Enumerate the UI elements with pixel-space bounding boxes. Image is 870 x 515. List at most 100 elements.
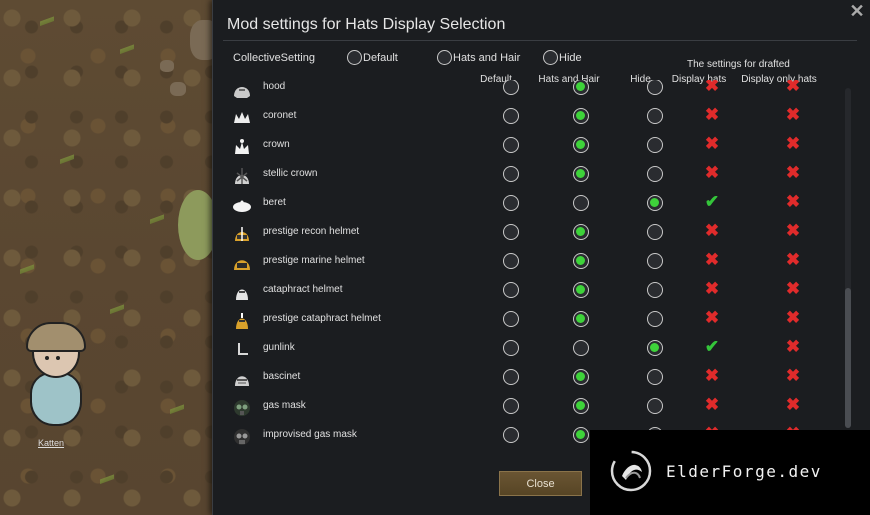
cataphract-helmet-icon (236, 289, 248, 300)
radio-icon[interactable] (347, 50, 362, 65)
radio-default[interactable] (503, 195, 519, 211)
display-only-hats-toggle-cross-icon[interactable]: ✖ (784, 135, 802, 153)
radio-hide[interactable] (646, 311, 663, 327)
radio-icon[interactable] (437, 50, 452, 65)
radio-default[interactable] (503, 282, 519, 298)
hood-icon (234, 87, 250, 98)
display-hats-toggle-cross-icon[interactable]: ✖ (703, 367, 721, 385)
collective-hats-and-hair-option[interactable]: Hats and Hair (437, 50, 520, 65)
grass-tuft (100, 470, 114, 488)
display-hats-toggle-cross-icon[interactable]: ✖ (703, 251, 721, 269)
hat-settings-list[interactable]: hood ✖ ✖ coronet ✖ ✖ crown ✖ ✖ stellic crown ✖ ✖ ber… (227, 80, 839, 450)
hat-row: gunlink ✔ ✖ (227, 336, 839, 365)
radio-hats-and-hair[interactable] (573, 108, 589, 124)
hat-name-label: crown (263, 139, 290, 150)
radio-default[interactable] (503, 137, 519, 153)
radio-default[interactable] (503, 224, 519, 240)
close-button[interactable]: Close (499, 471, 582, 496)
radio-hats-and-hair[interactable] (573, 80, 589, 95)
display-only-hats-toggle-cross-icon[interactable]: ✖ (784, 80, 802, 95)
radio-hide[interactable] (646, 137, 663, 153)
display-hats-toggle-cross-icon[interactable]: ✖ (703, 164, 721, 182)
display-only-hats-toggle-cross-icon[interactable]: ✖ (784, 396, 802, 414)
radio-hide[interactable] (646, 369, 663, 385)
display-only-hats-toggle-cross-icon[interactable]: ✖ (784, 222, 802, 240)
collective-default-option[interactable]: Default (347, 50, 398, 65)
radio-hats-and-hair[interactable] (573, 282, 589, 298)
radio-hide[interactable] (646, 195, 663, 211)
display-hats-toggle-cross-icon[interactable]: ✖ (703, 222, 721, 240)
display-only-hats-toggle-cross-icon[interactable]: ✖ (784, 367, 802, 385)
hat-name-label: gas mask (263, 400, 306, 411)
display-only-hats-toggle-cross-icon[interactable]: ✖ (784, 309, 802, 327)
grass-tuft (170, 400, 184, 418)
display-only-hats-toggle-cross-icon[interactable]: ✖ (784, 338, 802, 356)
radio-icon[interactable] (543, 50, 558, 65)
rock (160, 60, 174, 72)
pawn-face (43, 356, 63, 362)
radio-hats-and-hair[interactable] (573, 253, 589, 269)
radio-hide[interactable] (646, 282, 663, 298)
watermark-text: ElderForge.dev (666, 462, 822, 481)
beret-icon (233, 200, 251, 212)
pawn-name-label[interactable]: Katten (38, 438, 64, 448)
display-hats-toggle-cross-icon[interactable]: ✖ (703, 309, 721, 327)
radio-default[interactable] (503, 427, 519, 443)
radio-hats-and-hair[interactable] (573, 427, 589, 443)
radio-hats-and-hair[interactable] (573, 340, 589, 356)
display-hats-toggle-cross-icon[interactable]: ✖ (703, 135, 721, 153)
radio-hats-and-hair[interactable] (573, 369, 589, 385)
display-hats-toggle-cross-icon[interactable]: ✖ (703, 80, 721, 95)
radio-hide[interactable] (646, 340, 663, 356)
rock (170, 82, 186, 96)
close-icon[interactable]: ✕ (849, 2, 865, 20)
collective-hide-option[interactable]: Hide (543, 50, 582, 65)
hat-row: beret ✔ ✖ (227, 191, 839, 220)
radio-hats-and-hair[interactable] (573, 137, 589, 153)
display-only-hats-toggle-cross-icon[interactable]: ✖ (784, 251, 802, 269)
hat-row: prestige recon helmet ✖ ✖ (227, 220, 839, 249)
radio-hats-and-hair[interactable] (573, 195, 589, 211)
hat-row: bascinet ✖ ✖ (227, 365, 839, 394)
radio-hide[interactable] (646, 80, 663, 95)
radio-default[interactable] (503, 340, 519, 356)
radio-hide[interactable] (646, 398, 663, 414)
improvised-gas-mask-icon (234, 429, 250, 445)
hat-row: coronet ✖ ✖ (227, 104, 839, 133)
radio-default[interactable] (503, 80, 519, 95)
hat-row: hood ✖ ✖ (227, 80, 839, 104)
hat-name-label: beret (263, 197, 286, 208)
scrollbar-thumb[interactable] (845, 288, 851, 428)
radio-default[interactable] (503, 108, 519, 124)
radio-default[interactable] (503, 369, 519, 385)
radio-hats-and-hair[interactable] (573, 311, 589, 327)
display-hats-toggle-check-icon[interactable]: ✔ (703, 338, 721, 356)
radio-hide[interactable] (646, 166, 663, 182)
radio-default[interactable] (503, 253, 519, 269)
display-only-hats-toggle-cross-icon[interactable]: ✖ (784, 280, 802, 298)
radio-hide[interactable] (646, 224, 663, 240)
collective-setting-label: CollectiveSetting (233, 52, 315, 64)
display-hats-toggle-cross-icon[interactable]: ✖ (703, 280, 721, 298)
display-only-hats-toggle-cross-icon[interactable]: ✖ (784, 164, 802, 182)
display-hats-toggle-cross-icon[interactable]: ✖ (703, 396, 721, 414)
hat-name-label: coronet (263, 110, 297, 121)
radio-default[interactable] (503, 398, 519, 414)
display-only-hats-toggle-cross-icon[interactable]: ✖ (784, 193, 802, 211)
title-divider (223, 40, 857, 41)
gas-mask-icon (234, 400, 250, 416)
display-only-hats-toggle-cross-icon[interactable]: ✖ (784, 106, 802, 124)
radio-hats-and-hair[interactable] (573, 166, 589, 182)
display-hats-toggle-check-icon[interactable]: ✔ (703, 193, 721, 211)
radio-hats-and-hair[interactable] (573, 398, 589, 414)
radio-default[interactable] (503, 166, 519, 182)
stellic-crown-icon (235, 168, 249, 184)
radio-hats-and-hair[interactable] (573, 224, 589, 240)
display-hats-toggle-cross-icon[interactable]: ✖ (703, 106, 721, 124)
hat-name-label: bascinet (263, 371, 301, 382)
radio-hide[interactable] (646, 108, 663, 124)
radio-hide[interactable] (646, 253, 663, 269)
pawn-katten[interactable] (18, 318, 88, 428)
list-scrollbar[interactable] (845, 88, 851, 428)
radio-default[interactable] (503, 311, 519, 327)
